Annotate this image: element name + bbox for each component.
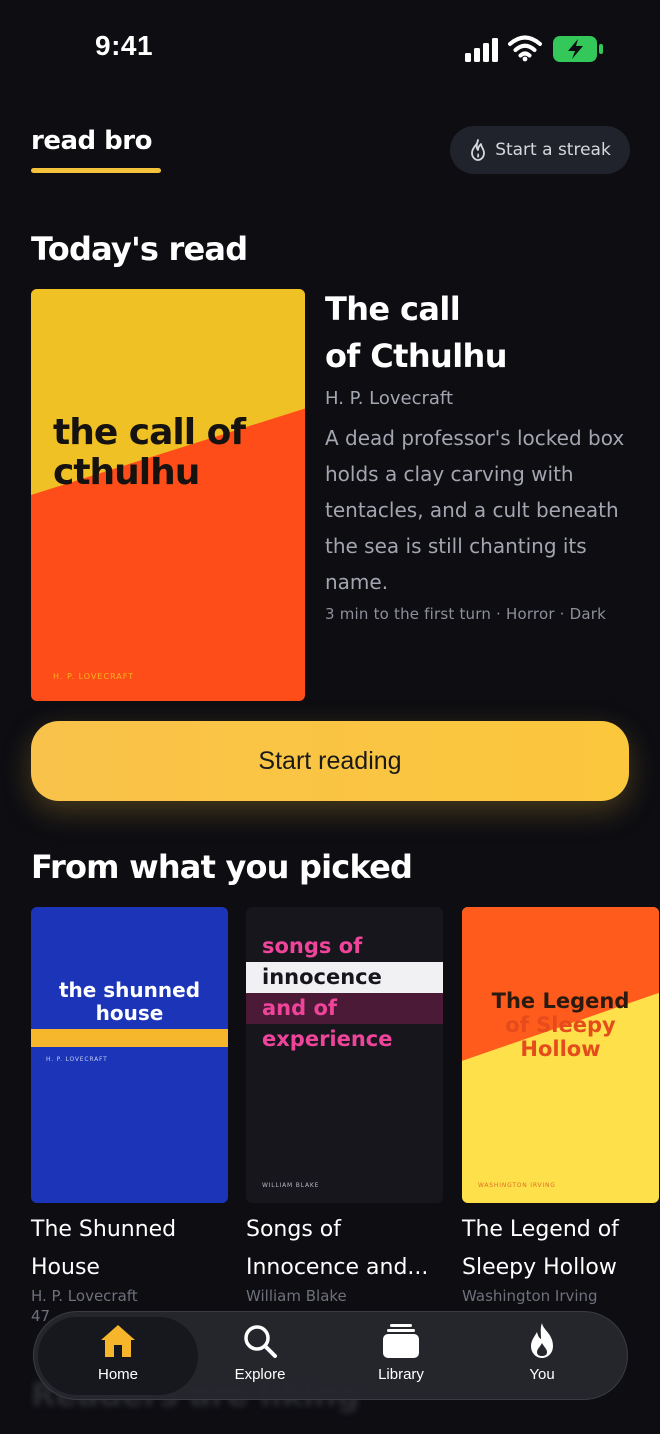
book-card-title-line1: The Shunned — [31, 1217, 177, 1242]
book-card-title-line1: The Legend of — [462, 1217, 619, 1242]
hero-book-cover[interactable]: the call of cthulhu H. P. LOVECRAFT — [31, 289, 305, 701]
cover-line: experience — [262, 1027, 393, 1051]
cellular-signal-icon — [465, 38, 498, 62]
hero-book-title: The call of Cthulhu — [325, 286, 625, 380]
tab-home[interactable]: Home — [38, 1317, 198, 1395]
book-card-title: The Shunned House — [31, 1211, 231, 1287]
book-card-title: Songs of Innocence and... — [246, 1211, 446, 1287]
status-bar: 9:41 — [0, 0, 660, 96]
battery-charging-icon — [553, 36, 603, 62]
library-icon — [383, 1324, 419, 1358]
tab-library[interactable]: Library — [331, 1317, 471, 1395]
hero-book-meta: 3 min to the first turn · Horror · Dark — [325, 605, 607, 623]
cover-line: innocence — [246, 962, 443, 993]
cover-title-line1: The Legend — [491, 989, 630, 1013]
flame-icon — [471, 139, 486, 161]
cover-band — [31, 1029, 228, 1047]
tab-explore[interactable]: Explore — [190, 1317, 330, 1395]
status-time: 9:41 — [95, 30, 154, 61]
brand-underline — [31, 168, 161, 173]
cover-line: and of — [246, 993, 443, 1024]
picked-heading: From what you picked — [31, 848, 413, 886]
hero-book-author: H. P. Lovecraft — [325, 388, 454, 409]
hero-title-line2: of Cthulhu — [325, 337, 508, 375]
start-reading-button[interactable]: Start reading — [31, 721, 629, 801]
hero-cover-title-line2: cthulhu — [53, 452, 200, 493]
hero-book-description: A dead professor's locked box holds a cl… — [325, 426, 625, 594]
book-card-author: William Blake — [246, 1287, 347, 1305]
todays-read-heading: Today's read — [31, 230, 248, 268]
book-card-title-line2: Innocence and... — [246, 1255, 429, 1280]
book-card-shunned-house[interactable]: the shunned house H. P. LOVECRAFT The Sh… — [31, 907, 228, 1325]
tab-library-label: Library — [378, 1366, 424, 1383]
tab-explore-label: Explore — [234, 1366, 286, 1383]
search-icon — [244, 1325, 277, 1358]
start-streak-button[interactable]: Start a streak — [450, 126, 630, 174]
book-cover[interactable]: the shunned house H. P. LOVECRAFT — [31, 907, 228, 1203]
book-cover[interactable]: The Legend of Sleepy Hollow WASHINGTON I… — [462, 907, 659, 1203]
cover-title-line1: the shunned — [58, 978, 201, 1002]
hero-title-line1: The call — [325, 290, 461, 328]
cover-author: H. P. LOVECRAFT — [46, 1056, 108, 1063]
tab-home-label: Home — [97, 1366, 138, 1383]
app-brand-title: read bro — [31, 126, 152, 156]
book-card-author: H. P. Lovecraft — [31, 1287, 138, 1305]
cover-title: The Legend of Sleepy Hollow — [462, 989, 659, 1061]
start-streak-label: Start a streak — [495, 140, 611, 160]
book-card-title-line2: Sleepy Hollow — [462, 1255, 617, 1280]
cover-line: songs of — [262, 934, 363, 958]
cover-author: WASHINGTON IRVING — [478, 1182, 556, 1189]
cover-title-line2: of Sleepy — [505, 1013, 616, 1037]
cover-title-line3: Hollow — [520, 1037, 601, 1061]
hero-cover-author: H. P. LOVECRAFT — [53, 672, 135, 681]
tab-you-label: You — [529, 1366, 555, 1383]
tab-you[interactable]: You — [472, 1317, 612, 1395]
cover-title-line2: house — [95, 1001, 164, 1025]
wifi-icon — [508, 35, 542, 62]
cover-author: WILLIAM BLAKE — [262, 1182, 320, 1189]
book-card-title: The Legend of Sleepy Hollow — [462, 1211, 660, 1287]
book-card-sleepy-hollow[interactable]: The Legend of Sleepy Hollow WASHINGTON I… — [462, 907, 659, 1305]
bottom-tab-bar: Home Explore Library You — [33, 1311, 628, 1400]
book-card-author: Washington Irving — [462, 1287, 598, 1305]
cover-title: the shunned house — [31, 979, 228, 1025]
book-card-title-line1: Songs of — [246, 1217, 341, 1242]
book-card-songs-of-innocence[interactable]: songs of innocence and of experience WIL… — [246, 907, 443, 1305]
flame-icon — [531, 1323, 553, 1358]
book-card-title-line2: House — [31, 1255, 100, 1280]
book-cover[interactable]: songs of innocence and of experience WIL… — [246, 907, 443, 1203]
cover-yellow-panel — [31, 289, 305, 495]
hero-cover-title: the call of cthulhu — [53, 412, 246, 493]
home-icon — [101, 1325, 135, 1357]
hero-cover-title-line1: the call of — [53, 412, 246, 453]
